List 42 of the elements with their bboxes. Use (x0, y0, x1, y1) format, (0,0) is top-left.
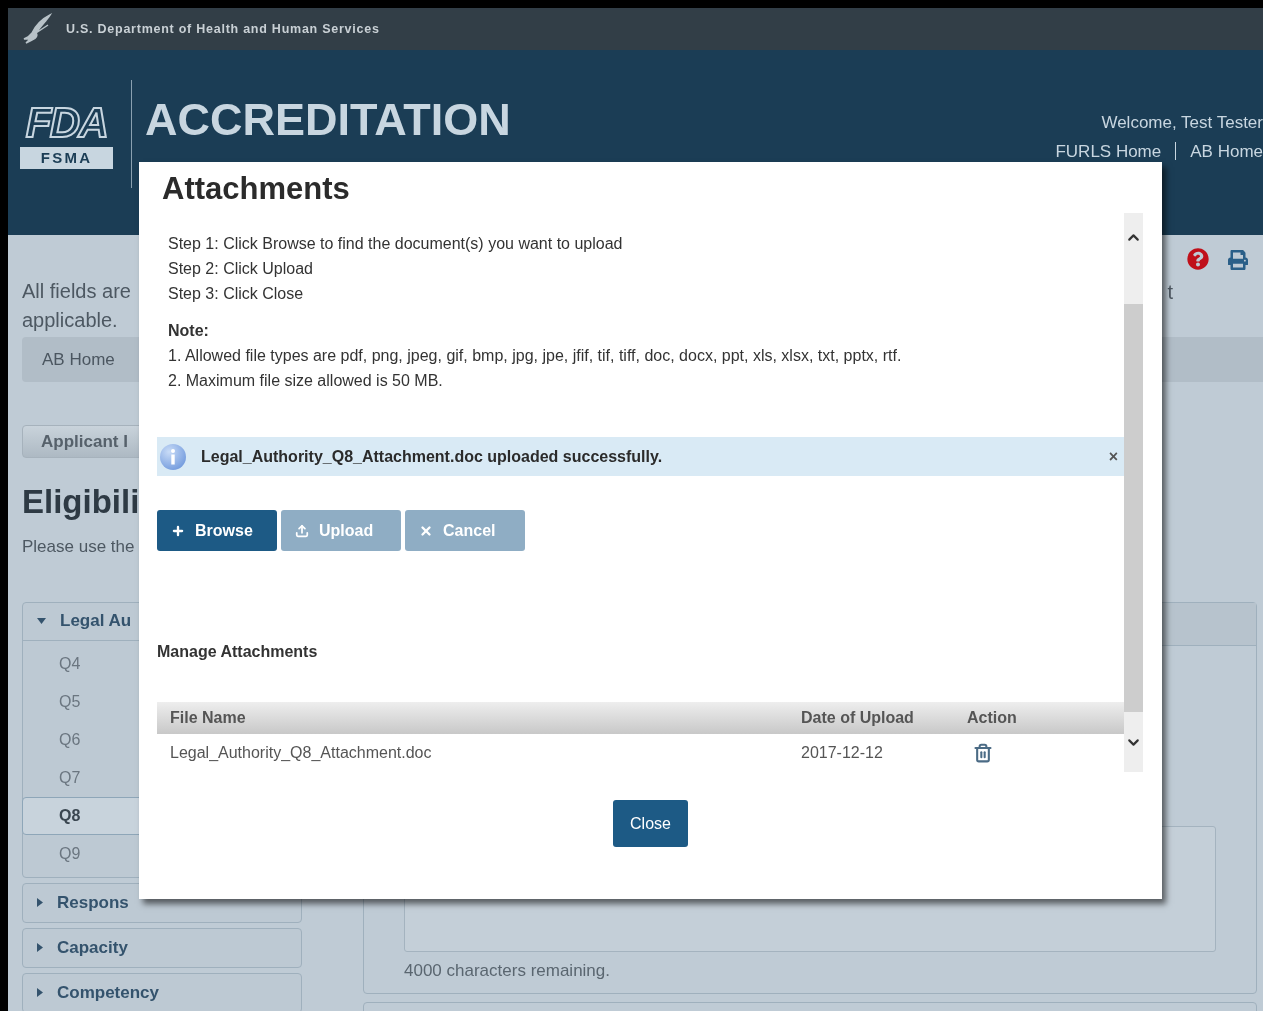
page-heading: Eligibili (22, 482, 141, 522)
scrollbar[interactable] (1124, 213, 1143, 772)
help-icon[interactable] (1187, 248, 1209, 270)
header-link[interactable]: FURLS Home (1055, 138, 1162, 164)
required-fields-notice: applicable. (22, 308, 119, 333)
logo-badge: FSMA (20, 147, 113, 169)
instruction-step: Step 2: Click Upload (168, 256, 1124, 281)
required-fields-notice: All fields are (22, 279, 131, 304)
column-header: File Name (170, 708, 247, 728)
instruction-step: Step 3: Click Close (168, 281, 1124, 306)
alert-close-button[interactable]: × (1108, 444, 1118, 469)
breadcrumb-link[interactable]: AB Home (42, 346, 115, 373)
note-label: Note: (168, 321, 210, 341)
text-fragment: t (1167, 280, 1173, 305)
header-link[interactable]: AB Home (1190, 138, 1263, 164)
agency-name: U.S. Department of Health and Human Services (66, 20, 380, 38)
welcome-text: Welcome, Test Tester (1101, 112, 1263, 134)
print-icon[interactable] (1227, 250, 1249, 270)
table-cell-text: Legal_Authority_Q8_Attachment.doc (170, 743, 433, 763)
table-cell-text: 2017-12-12 (801, 743, 884, 763)
instruction-step: Step 1: Click Browse to find the document(s) you want to upload (168, 231, 1124, 256)
logo-letters: FDA (25, 102, 108, 144)
info-icon (159, 442, 187, 471)
trash-icon[interactable] (973, 742, 993, 764)
close-icon (419, 523, 433, 538)
accordion-header[interactable]: Respons (23, 883, 301, 922)
dialog-title: Attachments (162, 170, 351, 208)
close-button[interactable]: Close (613, 800, 688, 847)
column-header: Date of Upload (801, 708, 915, 728)
column-header: Action (967, 708, 1017, 728)
accordion-header[interactable]: Competency (23, 973, 301, 1011)
character-count: 4000 characters remaining. (404, 959, 611, 982)
upload-toolbar-button[interactable]: Browse (157, 510, 277, 551)
upload-icon (295, 523, 309, 538)
note-text: 1. Allowed file types are pdf, png, jpeg, gif, bmp, jpg, jpe, jfif, tif, tiff, doc, docx, ppt, xls, xlsx, txt, pptx, rtf. (168, 346, 903, 366)
section-title: Manage Attachments (157, 642, 319, 662)
accordion-header[interactable]: Capacity (23, 928, 301, 967)
note-text: 2. Maximum file size allowed is 50 MB. (168, 371, 444, 391)
scrollbar-thumb[interactable] (1124, 304, 1143, 712)
intro-text: Please use the (22, 536, 136, 558)
plus-icon (171, 523, 185, 538)
program-title: ACCREDITATION (145, 94, 511, 146)
